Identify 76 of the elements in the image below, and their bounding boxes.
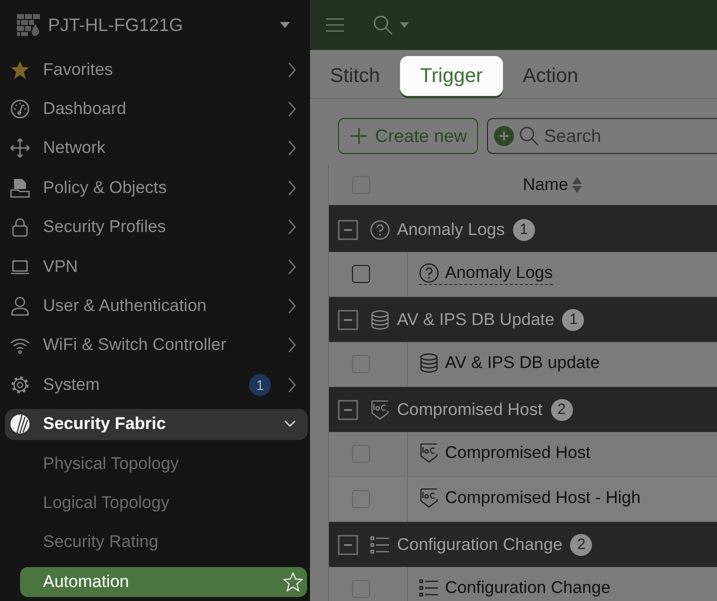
count-badge: 1 — [512, 218, 535, 240]
tab[interactable]: Trigger — [400, 56, 503, 96]
chevron-icon — [287, 62, 297, 78]
search-icon — [519, 126, 540, 146]
nav-item[interactable]: Favorites — [5, 54, 308, 86]
nav-item[interactable]: WiFi & Switch Controller — [5, 330, 308, 362]
ioc-shield-icon — [370, 400, 390, 420]
chevron-icon — [287, 258, 297, 275]
lock-icon — [10, 217, 30, 238]
collapse-toggle-icon[interactable] — [338, 310, 358, 330]
trigger-link[interactable]: AV & IPS DB update — [419, 353, 600, 375]
ioc-shield-icon — [419, 443, 439, 463]
nav-subitem[interactable]: Security Rating — [20, 527, 307, 558]
trigger-link[interactable]: Configuration Change — [419, 578, 610, 600]
nav-item[interactable]: VPN — [5, 250, 308, 282]
nav-item[interactable]: Security Profiles — [5, 212, 308, 243]
nav-subitem[interactable]: Logical Topology — [20, 488, 307, 518]
search-icon[interactable] — [373, 15, 393, 35]
search-input[interactable]: Search — [544, 121, 717, 151]
gear-icon — [10, 374, 30, 395]
nav-item[interactable]: User & Authentication — [5, 290, 308, 322]
chevron-icon — [287, 140, 297, 156]
nav-item[interactable]: Security Fabric — [5, 408, 308, 440]
striped-circle-icon — [10, 414, 30, 434]
star-outline-icon[interactable] — [283, 572, 303, 592]
count-badge: 1 — [562, 308, 584, 330]
nav-subitem[interactable]: Automation — [20, 566, 307, 597]
group-label: Configuration Change — [397, 534, 562, 554]
list-icon — [419, 578, 439, 598]
tab[interactable]: Stitch — [310, 56, 400, 96]
nav-item[interactable]: Policy & Objects — [5, 172, 308, 204]
ioc-shield-icon — [419, 488, 439, 508]
chevron-icon — [287, 101, 297, 118]
nav-item[interactable]: Dashboard — [5, 93, 308, 125]
plus-icon — [351, 128, 367, 144]
database-icon — [370, 310, 390, 330]
chevron-icon — [287, 376, 297, 393]
question-circle-icon — [419, 263, 439, 283]
count-badge: 2 — [570, 534, 592, 556]
list-icon — [370, 534, 390, 554]
star-icon — [10, 60, 30, 80]
nav-item[interactable]: System 1 — [5, 369, 308, 401]
group-label: Compromised Host — [397, 400, 542, 420]
caret-icon[interactable] — [280, 22, 290, 28]
row-checkbox[interactable] — [352, 490, 370, 508]
document-icon — [10, 178, 30, 198]
trigger-link[interactable]: Compromised Host — [419, 443, 590, 465]
chevron-icon — [287, 219, 297, 236]
tab[interactable]: Action — [502, 56, 598, 96]
collapse-toggle-icon[interactable] — [338, 400, 358, 420]
menu-icon[interactable] — [326, 18, 344, 32]
chevron-icon — [287, 180, 297, 196]
group-label: AV & IPS DB Update — [397, 310, 554, 330]
search-field[interactable]: Search — [487, 118, 717, 154]
notification-badge: 1 — [249, 374, 271, 396]
firewall-icon — [17, 14, 41, 36]
device-name: PJT-HL-FG121G — [48, 14, 184, 36]
nav-item[interactable]: Network — [5, 132, 308, 164]
database-icon — [419, 353, 439, 373]
group-label: Anomaly Logs — [397, 220, 505, 240]
count-badge: 2 — [550, 398, 572, 420]
add-filter-icon[interactable] — [494, 126, 514, 146]
nav-subitem[interactable]: Physical Topology — [20, 448, 307, 479]
caret-icon[interactable] — [400, 22, 409, 28]
column-header[interactable]: Name — [522, 175, 568, 195]
question-circle-icon — [370, 220, 390, 240]
row-checkbox[interactable] — [352, 265, 370, 283]
gauge-icon — [10, 99, 30, 120]
chevron-icon — [287, 298, 297, 314]
collapse-toggle-icon[interactable] — [338, 220, 358, 240]
move-arrows-icon — [10, 138, 30, 158]
user-icon — [10, 296, 30, 316]
sort-icon[interactable] — [572, 177, 582, 193]
collapse-toggle-icon[interactable] — [338, 534, 358, 554]
trigger-link[interactable]: Anomaly Logs — [419, 263, 553, 285]
chevron-icon — [287, 337, 297, 354]
